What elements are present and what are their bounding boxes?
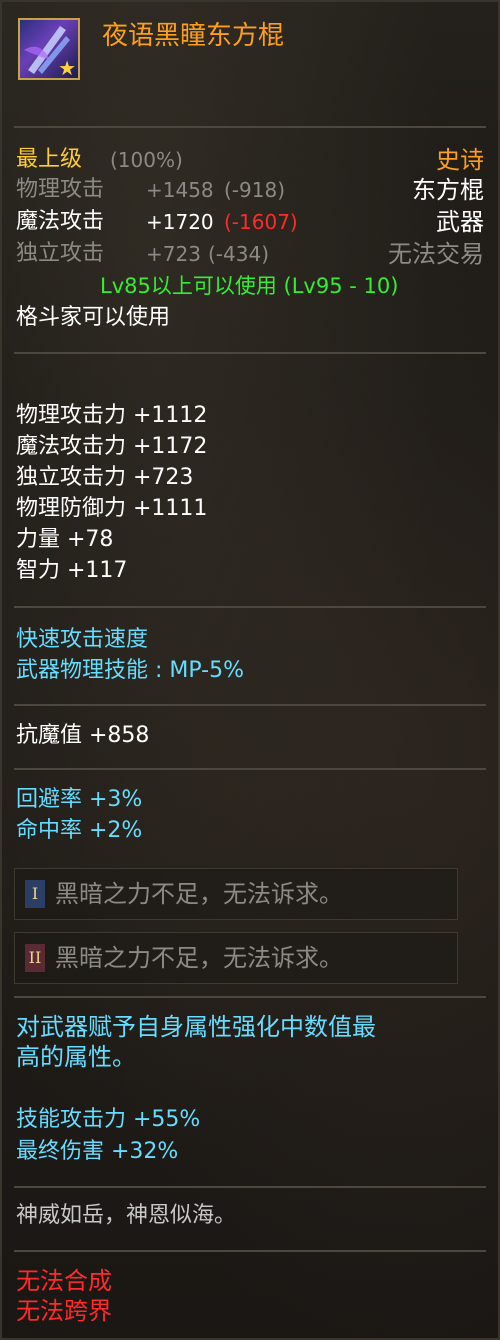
rune-text: 黑暗之力不足，无法诉求。 [55,944,343,972]
weapon-type: 东方棍 [412,176,484,204]
item-name: 夜语黑瞳东方棍 [102,21,285,51]
effect-desc-line: 高的属性。 [16,1043,136,1071]
divider [14,126,486,128]
skill-line: 武器物理技能 : MP-5% [16,658,245,683]
rarity-label: 史诗 [436,146,484,174]
weapon-rune-icon[interactable]: ★ [18,18,80,80]
flavor-text: 神威如岳，神恩似海。 [16,1203,237,1228]
magic-resist: 抗魔值 +858 [16,723,150,748]
divider [14,704,486,706]
divider [14,1186,486,1188]
divider [14,768,486,770]
rate-line: 回避率 +3% [16,787,143,812]
divider [14,352,486,354]
rune-badge-icon: I [25,880,45,908]
ind-attack-diff: (-434) [208,242,269,266]
stat-line: 力量 +78 [16,527,114,552]
phys-attack-value: +1458 [146,178,214,202]
rune-badge-icon: II [25,944,45,972]
level-requirement: Lv85以上可以使用 (Lv95 - 10) [100,274,399,298]
restriction-line: 无法跨界 [16,1297,112,1325]
item-tooltip: ★ 夜语黑瞳东方棍 最上级 (100%) 史诗 物理攻击 +1458 (-918… [0,0,500,1340]
restriction-line: 无法合成 [16,1267,112,1295]
effect-desc-line: 对武器赋予自身属性强化中数值最 [16,1013,376,1041]
mag-attack-label: 魔法攻击 [16,209,105,234]
trade-status: 无法交易 [388,240,484,268]
stat-line: 智力 +117 [16,558,128,583]
rune-slot: I 黑暗之力不足，无法诉求。 [14,868,458,920]
stat-line: 物理防御力 +1111 [16,496,208,521]
effect-line: 技能攻击力 +55% [16,1107,201,1132]
stat-line: 物理攻击力 +1112 [16,403,208,428]
divider [14,606,486,608]
item-category: 武器 [436,208,484,236]
class-requirement: 格斗家可以使用 [16,305,171,330]
star-icon: ★ [58,56,76,80]
grade-label: 最上级 [16,147,83,172]
ind-attack-label: 独立攻击 [16,241,105,266]
divider [14,996,486,998]
phys-attack-label: 物理攻击 [16,177,105,202]
ind-attack-value: +723 [146,242,201,266]
effect-line: 最终伤害 +32% [16,1139,179,1164]
stat-line: 魔法攻击力 +1172 [16,434,208,459]
mag-attack-diff: (-1607) [224,210,298,234]
rune-slot: II 黑暗之力不足，无法诉求。 [14,932,458,984]
phys-attack-diff: (-918) [224,178,285,202]
divider [14,1250,486,1252]
rate-line: 命中率 +2% [16,818,143,843]
mag-attack-value: +1720 [146,210,214,234]
skill-line: 快速攻击速度 [16,627,149,652]
rune-text: 黑暗之力不足，无法诉求。 [55,880,343,908]
stat-line: 独立攻击力 +723 [16,465,194,490]
grade-percent: (100%) [110,148,183,172]
